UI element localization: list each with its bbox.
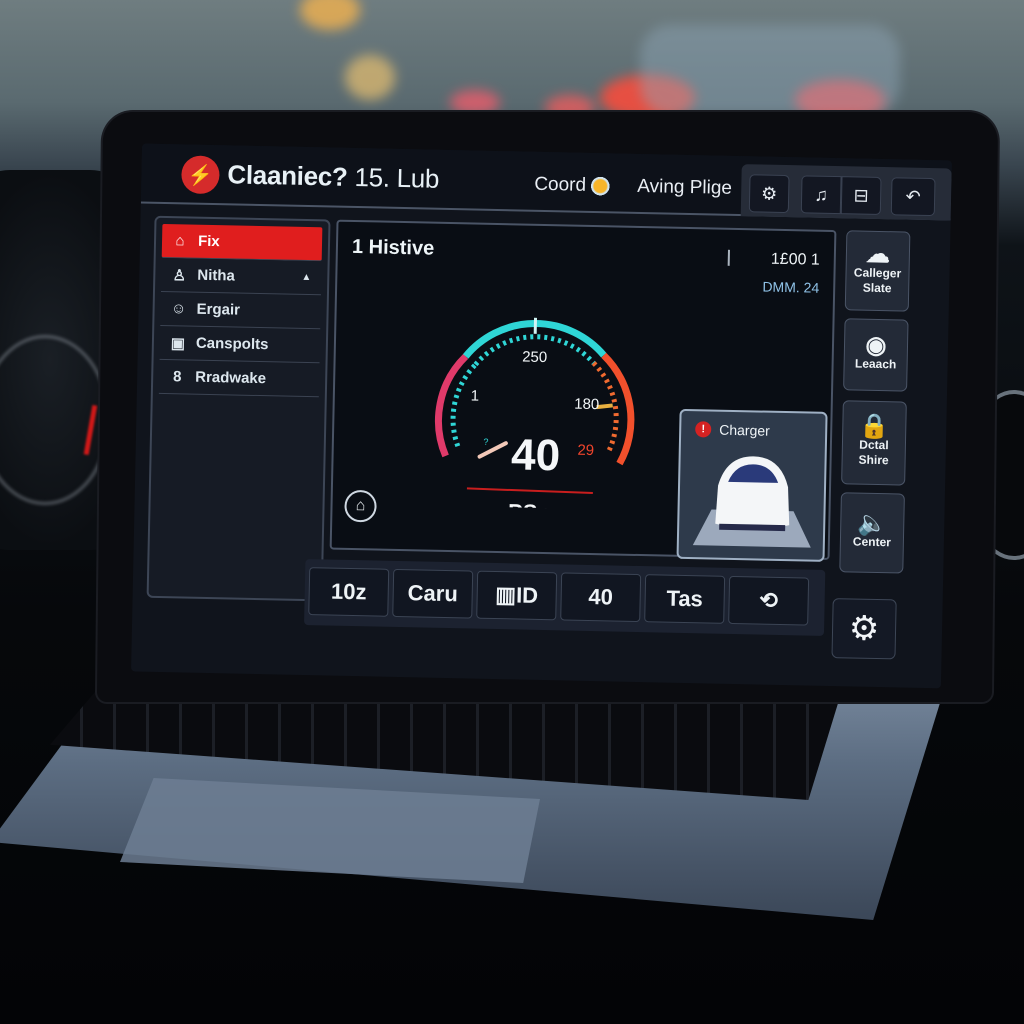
bottom-button-tas[interactable]: Tas — [644, 574, 726, 624]
bottom-button-id[interactable]: ▥ID — [476, 570, 558, 621]
sidebar-item-label: Nitha — [197, 266, 236, 285]
center-button[interactable]: 🔈 Center — [839, 492, 905, 574]
sound-wave-icon: ♫ — [814, 184, 829, 205]
right-panel: ☁ Calleger Slate ◉ Leaach 🔒 Dctal Shire … — [839, 230, 924, 574]
app-title-name: Claaniec? — [227, 159, 348, 192]
charger-card[interactable]: ! Charger — [676, 408, 828, 562]
gauge-label-left: 1 — [471, 387, 480, 404]
bokeh-light — [300, 0, 360, 30]
window-button[interactable]: ⊟ — [840, 176, 882, 216]
sidebar-item-canspolts[interactable]: ▣ Canspolts — [159, 325, 321, 364]
button-label: Leaach — [854, 356, 897, 372]
button-label: Calleger Slate — [853, 264, 902, 295]
gauge-ticks-left — [450, 362, 478, 448]
page-menu-link[interactable]: Aving Plige — [637, 176, 732, 200]
engine-icon: ⚙ — [760, 182, 778, 204]
bottom-button-caru[interactable]: Caru — [392, 568, 474, 619]
home-button[interactable]: ⌂ — [344, 489, 377, 523]
home-icon: ⌂ — [355, 497, 366, 515]
bottom-bar: 10z Caru ▥ID 40 Tas ⟲ — [304, 559, 826, 636]
sidebar-item-ergair[interactable]: ☺ Ergair — [160, 291, 321, 330]
diagnostic-app: ⚡ Claaniec? 15. Lub Coord Aving Plige ⚙ … — [131, 143, 952, 689]
gauge-label-warn: 29 — [577, 442, 594, 459]
charger-label: Charger — [719, 421, 770, 439]
gauge-value: 40 — [511, 430, 561, 480]
app-title: Claaniec? 15. Lub — [227, 159, 439, 194]
sidebar-item-fix[interactable]: ⌂ Fix — [161, 223, 323, 262]
kettlebell-icon: 8 — [172, 368, 182, 386]
home-icon: ⌂ — [175, 232, 185, 250]
blurred-car — [640, 25, 900, 115]
window-icon: ⊟ — [853, 184, 869, 206]
face-icon: ☺ — [170, 300, 187, 318]
sidebar-item-label: Rradwake — [195, 368, 267, 388]
main-panel: 1 Histive 1£00 1 DMM. 24 250 1 180 29 ? … — [329, 219, 837, 562]
lock-icon: 🔒 — [859, 412, 890, 440]
coord-label: Coord — [534, 173, 587, 196]
back-button[interactable]: ↶ — [890, 177, 936, 217]
diagnostic-tool-button[interactable]: ⚙ — [748, 174, 790, 214]
top-toolbar: ⚙ ♫ ⊟ ↶ — [740, 164, 952, 221]
panel-title: 1 Histive — [351, 235, 435, 260]
car-image — [692, 456, 811, 548]
pressure-gauge: 250 1 180 29 ? 40 PSn — [435, 317, 635, 510]
bottom-button-10z[interactable]: 10z — [308, 567, 390, 617]
device-icon: ▣ — [170, 334, 186, 352]
leaach-button[interactable]: ◉ Leaach — [843, 318, 909, 392]
gauge-label-top: 250 — [522, 349, 547, 367]
sound-button[interactable]: ♫ — [800, 175, 842, 215]
sidebar: ⌂ Fix ♙ Nitha ▲ ☺ Ergair ▣ Canspolts 8 R… — [146, 215, 331, 602]
sidebar-item-label: Canspolts — [195, 334, 269, 354]
speaker-icon: 🔈 — [857, 509, 888, 538]
record-id: 1£00 1 — [770, 250, 820, 269]
refresh-icon: ⟲ — [759, 587, 779, 613]
bottom-button-refresh[interactable]: ⟲ — [728, 575, 810, 626]
text-cursor — [727, 249, 730, 266]
gauge-arc-left — [435, 353, 469, 458]
bottom-button-40[interactable]: 40 — [560, 572, 642, 623]
sun-icon — [589, 175, 611, 197]
record-date: DMM. 24 — [762, 278, 820, 296]
calleger-slate-button[interactable]: ☁ Calleger Slate — [844, 230, 911, 312]
alert-icon: ! — [695, 421, 712, 438]
gauge-arc-right — [601, 352, 635, 466]
coord-status[interactable]: Coord — [534, 173, 611, 198]
gauge-label-right: 180 — [574, 396, 599, 414]
webcam-gear-icon: ◉ — [865, 331, 887, 360]
cloud-icon: ☁ — [865, 240, 891, 268]
bokeh-light — [345, 55, 395, 100]
sidebar-item-label: Ergair — [196, 300, 241, 319]
gear-icon: ⚙ — [848, 609, 880, 649]
button-label: Dctal Shire — [858, 437, 889, 467]
button-label: Center — [852, 534, 892, 550]
chevron-up-icon[interactable]: ▲ — [301, 272, 311, 283]
sidebar-item-rradwake[interactable]: 8 Rradwake — [158, 359, 320, 398]
gauge-underline — [466, 487, 593, 495]
sidebar-item-label: Fix — [197, 232, 220, 251]
app-logo-icon: ⚡ — [181, 155, 220, 195]
gauge-unit: PSn — [508, 499, 551, 510]
app-version: 15. Lub — [354, 161, 440, 194]
gauge-label-low: ? — [483, 437, 488, 447]
person-icon: ♙ — [172, 266, 187, 284]
undo-icon: ↶ — [905, 186, 921, 207]
dctal-shire-button[interactable]: 🔒 Dctal Shire — [841, 400, 907, 486]
laptop-screen: ⚡ Claaniec? 15. Lub Coord Aving Plige ⚙ … — [131, 143, 952, 689]
settings-button[interactable]: ⚙ — [831, 598, 897, 660]
sidebar-item-nitha[interactable]: ♙ Nitha ▲ — [160, 257, 322, 296]
